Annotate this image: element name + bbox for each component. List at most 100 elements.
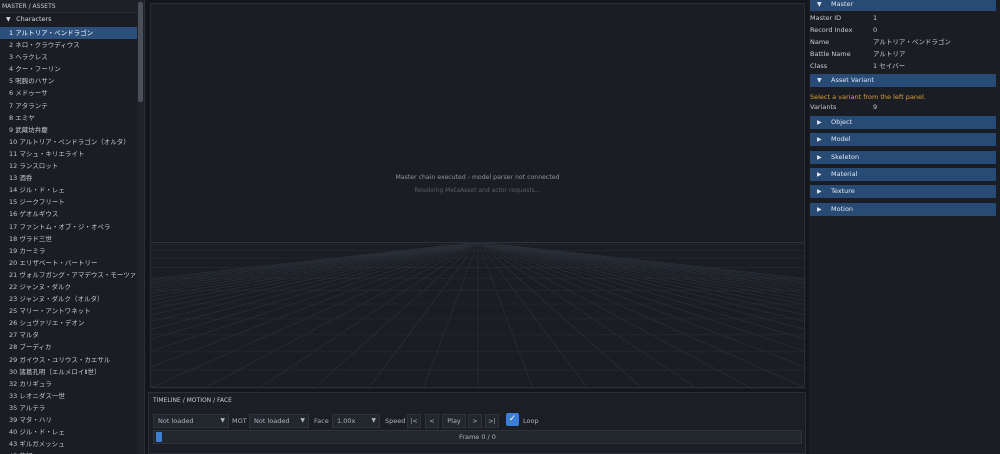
loop-label: Loop bbox=[523, 417, 539, 425]
section-skeleton[interactable]: ▶ Skeleton bbox=[810, 150, 996, 164]
expand-triangle-icon: ▶ bbox=[817, 205, 822, 213]
property-value: アルトリア・ペンドラゴン bbox=[873, 38, 951, 46]
character-item[interactable]: 16 ゲオルギウス bbox=[0, 208, 137, 220]
checkmark-icon: ✓ bbox=[508, 414, 517, 424]
property-key: Record Index bbox=[810, 26, 853, 34]
loop-checkbox[interactable]: ✓ bbox=[506, 413, 519, 426]
assets-panel: MASTER / ASSETS ▼ Characters 1 アルトリア・ペンド… bbox=[0, 0, 145, 454]
character-item[interactable]: 39 マタ・ハリ bbox=[0, 414, 137, 426]
motion-select[interactable]: Not loaded ▼ bbox=[153, 414, 229, 428]
section-motion[interactable]: ▶ Motion bbox=[810, 202, 996, 216]
collapse-triangle-icon: ▼ bbox=[817, 77, 822, 84]
character-item[interactable]: 6 メドゥーサ bbox=[0, 87, 137, 99]
property-key: Variants bbox=[810, 103, 837, 111]
character-item[interactable]: 14 ジル・ド・レェ bbox=[0, 184, 137, 196]
character-item[interactable]: 28 ブーディカ bbox=[0, 341, 137, 353]
section-model[interactable]: ▶ Model bbox=[810, 133, 996, 147]
collapse-triangle-icon: ▼ bbox=[817, 1, 822, 8]
next-frame-button[interactable]: > bbox=[468, 414, 482, 428]
3d-viewport[interactable]: Master chain executed - model parser not… bbox=[150, 3, 806, 389]
section-master[interactable]: ▼ Master bbox=[810, 0, 996, 11]
section-label: Model bbox=[831, 135, 851, 144]
section-label: Texture bbox=[831, 187, 855, 196]
character-item[interactable]: 10 アルトリア・ペンドラゴン（オルタ） bbox=[0, 136, 137, 148]
character-item[interactable]: 21 ヴォルフガング・アマデウス・モーツァルト bbox=[0, 269, 137, 281]
property-key: Name bbox=[810, 38, 830, 46]
scrollbar-thumb[interactable] bbox=[138, 2, 143, 102]
play-button[interactable]: Play bbox=[442, 414, 466, 428]
character-item[interactable]: 13 酒呑 bbox=[0, 172, 137, 184]
character-item[interactable]: 9 武蔵坊弁慶 bbox=[0, 124, 137, 136]
section-material[interactable]: ▶ Material bbox=[810, 167, 996, 181]
speed-select-value: 1.00x bbox=[337, 417, 356, 425]
property-key: Class bbox=[810, 62, 828, 70]
character-item[interactable]: 22 ジャンヌ・ダルク bbox=[0, 281, 137, 293]
property-key: Master ID bbox=[810, 14, 842, 22]
character-item[interactable]: 43 ギルガメッシュ bbox=[0, 438, 137, 450]
property-value: 1 セイバー bbox=[873, 62, 906, 70]
first-frame-button[interactable]: |< bbox=[407, 414, 421, 428]
character-item[interactable]: 19 カーミラ bbox=[0, 245, 137, 257]
motion-select-value: Not loaded bbox=[158, 417, 194, 425]
section-label: Skeleton bbox=[831, 152, 860, 161]
tree-node-characters[interactable]: ▼ Characters bbox=[0, 13, 144, 26]
viewport-status-secondary: Resolving MetaAsset and actor requests..… bbox=[414, 187, 541, 194]
character-item[interactable]: 20 エリザベート・バートリー bbox=[0, 257, 137, 269]
section-label: Object bbox=[831, 118, 853, 126]
character-item[interactable]: 45 荊軻 bbox=[0, 450, 137, 454]
section-texture[interactable]: ▶ Texture bbox=[810, 185, 996, 199]
prev-frame-button[interactable]: < bbox=[425, 414, 439, 428]
character-item[interactable]: 32 カリギュラ bbox=[0, 378, 137, 390]
expand-triangle-icon: ▶ bbox=[817, 188, 822, 196]
list-scrollbar[interactable] bbox=[137, 0, 144, 454]
character-item[interactable]: 25 マリー・アントワネット bbox=[0, 305, 137, 317]
section-label: Motion bbox=[831, 204, 854, 213]
character-item[interactable]: 12 ランスロット bbox=[0, 160, 137, 172]
character-item[interactable]: 30 諸葛孔明〔エルメロイⅡ世〕 bbox=[0, 366, 137, 378]
last-frame-button[interactable]: >| bbox=[485, 414, 499, 428]
expand-triangle-icon: ▶ bbox=[817, 119, 822, 126]
character-item[interactable]: 7 アタランテ bbox=[0, 100, 137, 112]
character-item[interactable]: 3 ヘラクレス bbox=[0, 51, 137, 63]
character-item[interactable]: 5 呪腕のハサン bbox=[0, 75, 137, 87]
character-item[interactable]: 26 シュヴァリエ・デオン bbox=[0, 317, 137, 329]
character-item[interactable]: 23 ジャンヌ・ダルク（オルタ） bbox=[0, 293, 137, 305]
section-label: Asset Variant bbox=[831, 76, 874, 84]
section-asset-variant[interactable]: ▼ Asset Variant bbox=[810, 74, 996, 87]
expand-triangle-icon: ▶ bbox=[817, 153, 822, 161]
timeline-panel: TIMELINE / MOTION / FACE Not loaded ▼ MO… bbox=[148, 392, 806, 454]
character-item[interactable]: 29 ガイウス・ユリウス・カエサル bbox=[0, 354, 137, 366]
character-item[interactable]: 27 マルタ bbox=[0, 329, 137, 341]
chevron-down-icon: ▼ bbox=[371, 417, 376, 424]
character-item[interactable]: 11 マシュ・キリエライト bbox=[0, 148, 137, 160]
inspector-panel: ▼ Master Master ID 1 Record Index 0 Name アルトリア… bbox=[809, 0, 1000, 454]
property-value: アルトリア bbox=[873, 50, 906, 58]
speed-select[interactable]: 1.00x ▼ bbox=[332, 414, 380, 428]
assets-panel-title: MASTER / ASSETS bbox=[0, 0, 144, 13]
section-label: Material bbox=[831, 169, 858, 178]
character-item[interactable]: 4 クー・フーリン bbox=[0, 63, 137, 75]
character-item[interactable]: 8 エミヤ bbox=[0, 112, 137, 124]
viewport-status-primary: Master chain executed - model parser not… bbox=[395, 174, 560, 181]
character-item[interactable]: 1 アルトリア・ペンドラゴン bbox=[0, 27, 137, 40]
character-item[interactable]: 35 アルテラ bbox=[0, 402, 137, 414]
character-item[interactable]: 15 ジークフリート bbox=[0, 196, 137, 208]
character-item[interactable]: 17 ファントム・オブ・ジ・オペラ bbox=[0, 221, 137, 233]
chevron-down-icon: ▼ bbox=[220, 417, 225, 424]
section-object[interactable]: ▶ Object bbox=[810, 116, 996, 129]
collapse-triangle-icon[interactable]: ▼ bbox=[6, 13, 14, 26]
speed-label: Speed bbox=[385, 417, 406, 425]
character-item[interactable]: 2 ネロ・クラウディウス bbox=[0, 39, 137, 51]
mot-select[interactable]: Not loaded ▼ bbox=[249, 414, 309, 428]
character-item[interactable]: 33 レオニダス一世 bbox=[0, 390, 137, 402]
character-item[interactable]: 18 ヴラド三世 bbox=[0, 233, 137, 245]
character-list[interactable]: 1 アルトリア・ペンドラゴン 2 ネロ・クラウディウス 3 ヘラクレス 4 クー・フー… bbox=[0, 27, 137, 454]
property-key: Battle Name bbox=[810, 50, 851, 58]
character-item[interactable]: 40 ジル・ド・レェ bbox=[0, 426, 137, 438]
frame-scrubber[interactable]: Frame 0 / 0 bbox=[153, 430, 802, 444]
chevron-down-icon: ▼ bbox=[300, 417, 305, 424]
mot-select-value: Not loaded bbox=[254, 417, 290, 425]
expand-triangle-icon: ▶ bbox=[817, 170, 822, 178]
frame-counter: Frame 0 / 0 bbox=[459, 433, 496, 441]
expand-triangle-icon: ▶ bbox=[817, 136, 822, 144]
